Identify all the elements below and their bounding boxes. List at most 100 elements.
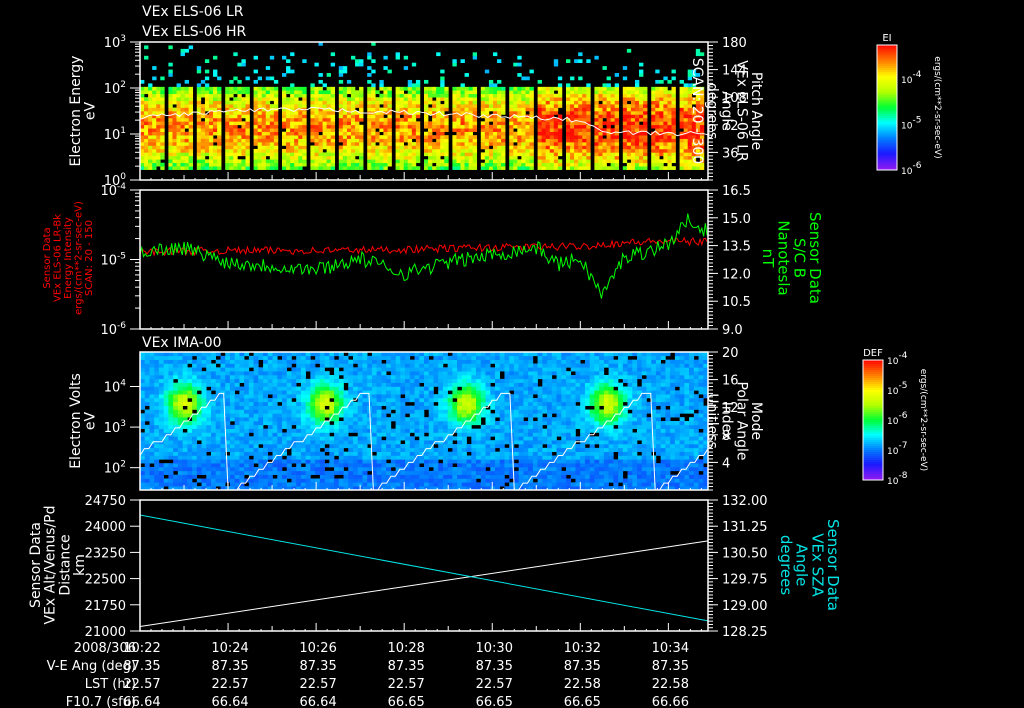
spectrogram-cell (651, 114, 656, 119)
spectrogram-cell (248, 390, 254, 395)
spectrogram-cell (424, 90, 429, 95)
spectrogram-cell (492, 142, 498, 146)
spectrogram-cell (663, 76, 668, 81)
spectrogram-cell (484, 166, 490, 170)
spectrogram-cell (488, 97, 494, 101)
spectrogram-cell (154, 359, 160, 364)
spectrogram-cell (217, 145, 222, 150)
spectrogram-cell (614, 86, 620, 91)
spectrogram-cell (187, 440, 193, 445)
spectrogram-cell (529, 69, 534, 74)
spectrogram-cell (472, 52, 478, 57)
spectrogram-cell (286, 86, 291, 91)
spectrogram-cell (192, 432, 198, 437)
spectrogram-cell (192, 359, 198, 364)
spectrogram-cell (140, 367, 146, 372)
spectrogram-cell (472, 162, 478, 167)
spectrogram-cell (663, 111, 668, 115)
spectrogram-cell (225, 138, 230, 143)
spectrogram-cell (300, 394, 306, 399)
spectrogram-cell (192, 378, 198, 383)
spectrogram-cell (248, 424, 254, 429)
spectrogram-cell (428, 100, 433, 105)
spectrogram-cell (517, 135, 522, 139)
y-tick-label: 101 (104, 126, 126, 143)
spectrogram-cell (168, 405, 174, 410)
spectrogram-cell (294, 135, 299, 139)
spectrogram-cell (257, 117, 263, 122)
spectrogram-cell (376, 463, 382, 468)
spectrogram-cell (305, 355, 311, 360)
spectrogram-cell (318, 73, 323, 77)
spectrogram-cell (667, 107, 672, 112)
spectrogram-cell (152, 90, 157, 95)
spectrogram-cell (239, 447, 245, 452)
spectrogram-cell (492, 121, 498, 126)
spectrogram-cell (464, 162, 469, 167)
spectrogram-cell (626, 97, 632, 101)
spectrogram-cell (367, 424, 373, 429)
spectrogram-cell (509, 148, 514, 153)
spectrogram-cell (258, 474, 264, 479)
spectrogram-cell (263, 398, 269, 403)
spectrogram-cell (376, 478, 382, 483)
spectrogram-cell (192, 421, 198, 426)
spectrogram-cell (350, 93, 356, 98)
spectrogram-cell (140, 382, 146, 387)
spectrogram-cell (679, 145, 684, 150)
spectrogram-cell (501, 90, 506, 95)
spectrogram-cell (177, 470, 183, 475)
spectrogram-cell (239, 371, 245, 376)
spectrogram-cell (298, 138, 303, 143)
spectrogram-cell (578, 104, 583, 108)
spectrogram-cell (549, 166, 555, 170)
spectrogram-cell (182, 432, 188, 437)
spectrogram-cell (152, 128, 157, 132)
spectrogram-cell (154, 394, 160, 399)
spectrogram-cell (371, 90, 376, 95)
spectrogram-cell (302, 135, 307, 139)
spectrogram-cell (428, 135, 433, 139)
spectrogram-cell (206, 363, 212, 368)
spectrogram-cell (261, 93, 267, 98)
spectrogram-cell (286, 409, 292, 414)
spectrogram-cell (602, 152, 607, 157)
spectrogram-cell (163, 401, 169, 406)
spectrogram-cell (643, 97, 648, 101)
spectrogram-cell (204, 83, 210, 88)
spectrogram-cell (346, 104, 352, 108)
spectrogram-cell (163, 470, 169, 475)
spectrogram-cell (492, 159, 498, 164)
spectrogram-cell (302, 100, 307, 105)
spectrogram-cell (156, 162, 161, 167)
spectrogram-cell (687, 166, 693, 170)
spectrogram-cell (302, 124, 307, 129)
spectrogram-cell (492, 107, 498, 112)
spectrogram-cell (663, 114, 668, 119)
spectrogram-cell (225, 409, 231, 414)
spectrogram-cell (346, 97, 352, 101)
spectrogram-cell (310, 159, 315, 164)
spectrogram-cell (168, 440, 174, 445)
spectrogram-cell (220, 371, 226, 376)
spectrogram-cell (355, 62, 360, 67)
spectrogram-cell (529, 100, 534, 105)
spectrogram-cell (282, 104, 287, 108)
spectrogram-cell (529, 111, 534, 115)
spectrogram-cell (606, 111, 611, 115)
spectrogram-cell (211, 382, 217, 387)
spectrogram-cell (614, 111, 620, 115)
spectrogram-cell (201, 375, 207, 380)
spectrogram-cell (334, 363, 340, 368)
spectrogram-cell (598, 121, 603, 126)
spectrogram-cell (184, 155, 189, 160)
spectrogram-cell (282, 124, 287, 129)
spectrogram-cell (399, 90, 405, 95)
spectrogram-cell (291, 474, 297, 479)
spectrogram-cell (602, 111, 607, 115)
spectrogram-cell (272, 482, 278, 487)
spectrogram-cell (294, 124, 299, 129)
spectrogram-cell (277, 467, 283, 472)
spectrogram-cell (273, 162, 279, 167)
spectrogram-cell (379, 162, 384, 167)
